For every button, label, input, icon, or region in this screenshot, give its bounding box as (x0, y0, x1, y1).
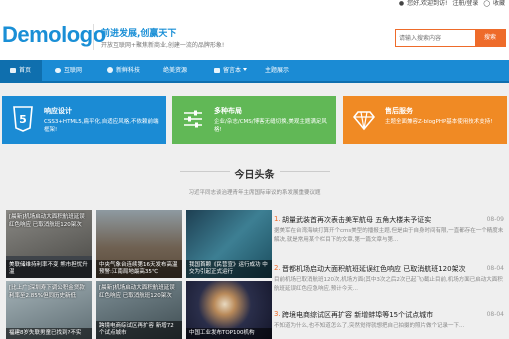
news-snippet: 不知道为什么,也不知道怎么了,突然觉得就想把自己拍摄的照片做个记录一下... (274, 323, 465, 329)
book-icon (214, 68, 220, 73)
tile-caption: [晨新]机场启动大面积航班延误红色响应 已取消航班120架次 (9, 214, 85, 228)
main-nav: 首页 互联网 新鲜科技 绝美资源 留言本 主题展示 (0, 60, 509, 83)
news-tile[interactable]: 我国首颗《民营宣》运行成功 中交为引起正式运行 (186, 210, 272, 278)
favorite-icon: ◯ (483, 0, 490, 7)
feature-card-responsive[interactable]: 5 响应设计 CSS3+HTML5,扁平化,自适应风格,不依赖前端框架! (2, 96, 166, 144)
nav-item-resources[interactable]: 绝美资源 (163, 60, 187, 81)
news-date: 08-04 (486, 265, 504, 272)
tile-caption: 美联储维持利率不变 熊市担忧升温 (6, 260, 92, 278)
feature-card-service[interactable]: 售后服务 主题全面兼容Z-blogPHP基本使用技术支持! (343, 96, 507, 144)
cloud-icon (55, 68, 61, 73)
nav-item-home[interactable]: 首页 (0, 60, 42, 81)
news-title[interactable]: 晋都机场启动大面积航班延误红色响应 已取消航班120架次 (282, 264, 466, 274)
site-slogan: 前进发展,创赢天下 (101, 29, 177, 39)
chevron-down-icon (243, 68, 248, 71)
news-index: 2. (274, 264, 281, 272)
news-tile[interactable]: 中央气象台连续第16天发布高温预警:江南局地最高35℃ (96, 210, 182, 278)
news-index: 1. (274, 215, 281, 223)
news-date: 08-04 (486, 311, 504, 318)
tile-caption: [晨新]机场启动大面积航班延误红色响应 已取消航班120架次 (99, 285, 175, 299)
site-subslogan: 开放互联网+聚焦新商业,创建一流的品牌形象! (101, 42, 225, 49)
headline-subtitle: 习近平同志谈治理青年主席国际审议的系发展重要议题 (188, 190, 321, 196)
nav-item-guestbook[interactable]: 留言本 (214, 60, 248, 81)
news-tile[interactable]: [比上广]深圳寿下调公积金贷款利率至2.85%但同历史新低 福建8岁失联男童已找… (6, 281, 92, 339)
news-title[interactable]: 胡量武装首再次表击美军航母 五角大楼未予证实 (282, 215, 431, 225)
news-title[interactable]: 跨境电商综试区再扩容 新增蚌埠等15个试点城市 (282, 310, 433, 320)
home-icon (10, 68, 16, 73)
tile-caption: 跨境电商综试区再扩容 新增72个试点城市 (96, 321, 182, 339)
feature-title: 多种布局 (214, 107, 242, 115)
feature-card-layouts[interactable]: 多种布局 企业/杂志/CMS/博客无缝切换,美观主题满足风格! (172, 96, 336, 144)
feature-title: 响应设计 (44, 107, 72, 115)
news-tile[interactable]: 美联储维持利率不变 熊市担忧升温 (6, 256, 92, 278)
tile-caption: 中央气象台连续第16天发布高温预警:江南局地最高35℃ (96, 260, 182, 278)
tile-caption: 中国工业发布TOP100机构 (186, 328, 272, 339)
nav-item-themes[interactable]: 主题展示 (265, 60, 289, 81)
greeting-text: 您好,欢迎到访! (407, 0, 448, 7)
tile-caption: 福建8岁失联男童已找到?不实 (6, 328, 92, 339)
nav-item-tech[interactable]: 新鲜科技 (107, 60, 140, 81)
plus-circle-icon (107, 67, 113, 73)
favorite-link[interactable]: 收藏 (493, 0, 505, 7)
headline-title: 今日头条 (234, 170, 275, 181)
news-tile[interactable]: [晨新]机场启动大面积航班延误红色响应 已取消航班120架次 跨境电商综试区再扩… (96, 281, 182, 339)
svg-text:5: 5 (19, 113, 27, 126)
search-box: 搜索 (395, 29, 506, 47)
tile-caption: 我国首颗《民营宣》运行成功 中交为引起正式运行 (186, 260, 272, 278)
user-icon: ● (398, 0, 405, 7)
header-divider (93, 24, 94, 50)
news-tile[interactable]: 中国工业发布TOP100机构 (186, 281, 272, 339)
site-logo[interactable]: Demologo (2, 22, 106, 48)
nav-item-internet[interactable]: 互联网 (55, 60, 82, 81)
feature-desc: CSS3+HTML5,扁平化,自适应风格,不依赖前端框架! (44, 119, 159, 133)
html5-icon: 5 (13, 106, 33, 132)
search-button[interactable]: 搜索 (475, 30, 505, 46)
gem-icon (353, 111, 375, 131)
feature-title: 售后服务 (385, 107, 413, 115)
site-header: Demologo 前进发展,创赢天下 开放互联网+聚焦新商业,创建一流的品牌形象… (0, 8, 509, 60)
login-link[interactable]: 注册/登录 (452, 0, 478, 7)
user-links: ● 您好,欢迎到访! 注册/登录 ◯ 收藏 (396, 0, 505, 8)
sliders-icon (184, 110, 202, 128)
tile-caption: [比上广]深圳寿下调公积金贷款利率至2.85%但同历史新低 (9, 285, 85, 299)
top-bar: ● 您好,欢迎到访! 注册/登录 ◯ 收藏 (0, 0, 509, 8)
feature-desc: 企业/杂志/CMS/博客无缝切换,美观主题满足风格! (214, 119, 327, 133)
feature-desc: 主题全面兼容Z-blogPHP基本使用技术支持! (385, 119, 493, 125)
news-snippet: 目前机场已取消航班120次,机场方面(其中3次之后2次已起飞)截止目前,机场方面… (274, 277, 503, 292)
news-index: 3. (274, 310, 281, 318)
search-input[interactable] (396, 30, 476, 46)
news-snippet: 据美军在台湾海峡打算开个cms美型的播报主题,但是由于自身时间有限,一直都存在一… (274, 228, 504, 243)
news-date: 08-09 (486, 216, 504, 223)
